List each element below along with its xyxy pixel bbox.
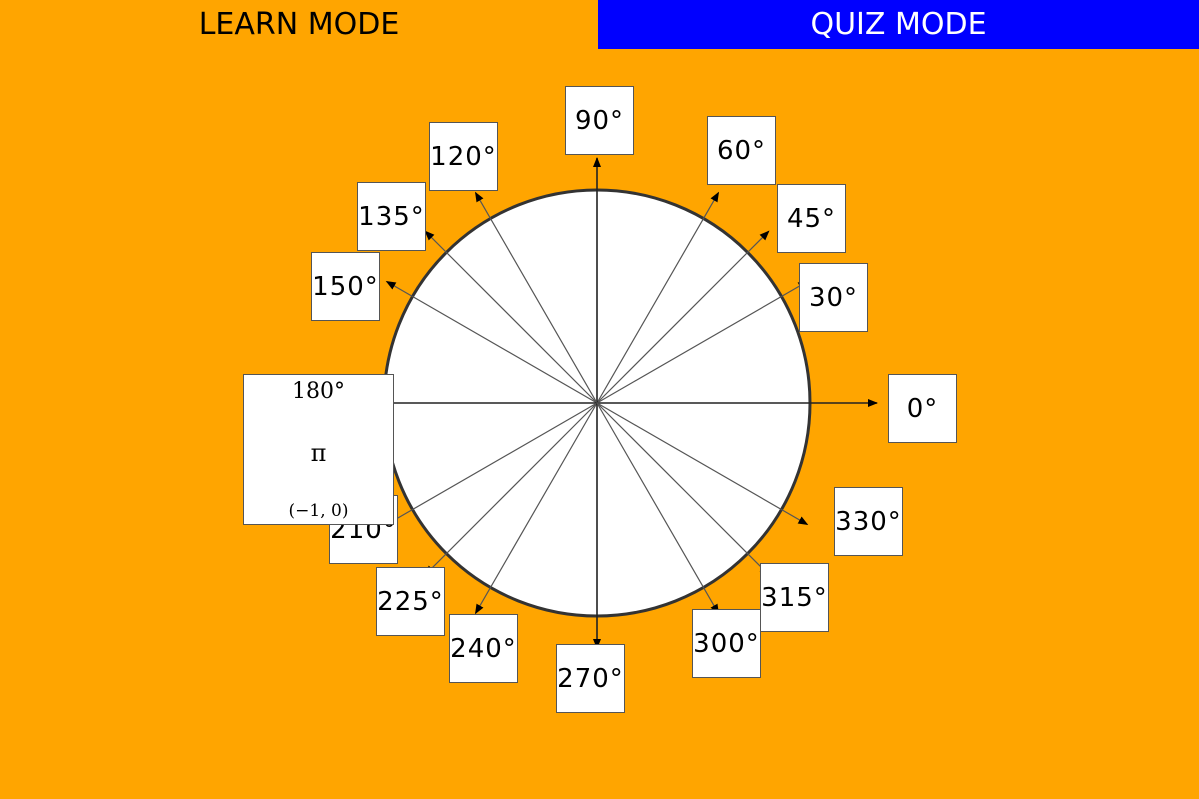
angle-box-315[interactable]: 315° bbox=[760, 563, 829, 632]
angle-box-225[interactable]: 225° bbox=[376, 567, 445, 636]
angle-box-330[interactable]: 330° bbox=[834, 487, 903, 556]
angle-box-60[interactable]: 60° bbox=[707, 116, 776, 185]
detail-degrees: 180° bbox=[292, 379, 345, 404]
angle-box-0[interactable]: 0° bbox=[888, 374, 957, 443]
detail-radians: π bbox=[310, 439, 327, 467]
angle-box-90[interactable]: 90° bbox=[565, 86, 634, 155]
angle-box-135[interactable]: 135° bbox=[357, 182, 426, 251]
angle-box-30[interactable]: 30° bbox=[799, 263, 868, 332]
angle-box-150[interactable]: 150° bbox=[311, 252, 380, 321]
angle-box-240[interactable]: 240° bbox=[449, 614, 518, 683]
angle-detail-card: 180° π (−1, 0) bbox=[243, 374, 394, 525]
detail-coordinates: (−1, 0) bbox=[288, 501, 349, 521]
angle-box-45[interactable]: 45° bbox=[777, 184, 846, 253]
angle-box-270[interactable]: 270° bbox=[556, 644, 625, 713]
angle-box-120[interactable]: 120° bbox=[429, 122, 498, 191]
angle-box-300[interactable]: 300° bbox=[692, 609, 761, 678]
